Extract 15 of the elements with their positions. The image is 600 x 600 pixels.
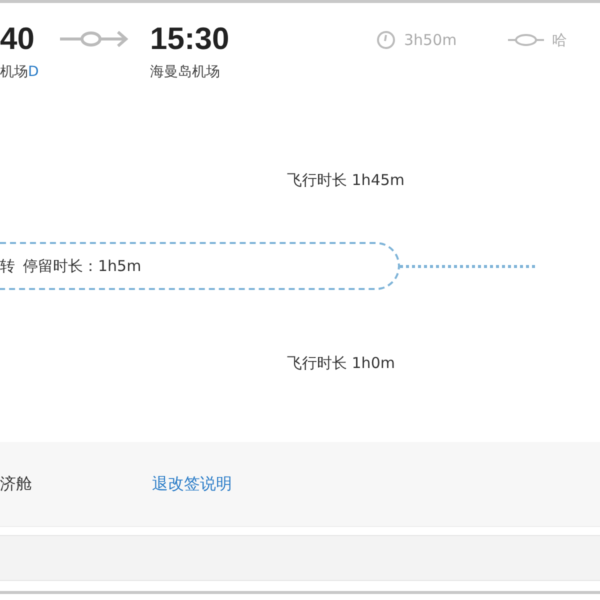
refund-rules-link[interactable]: 退改签说明 — [152, 474, 232, 494]
transfer-label: 转 — [0, 256, 15, 276]
total-duration: 3h50m — [404, 31, 458, 49]
stop-icon — [508, 33, 544, 47]
flight-duration: 飞行时长 1h0m — [287, 354, 395, 372]
route-arrow-icon — [58, 29, 130, 49]
flight-duration: 飞行时长 1h45m — [287, 171, 405, 189]
cabin-class: 济舱 — [0, 474, 33, 494]
arrival-time: 15:30 — [150, 21, 230, 57]
layover-duration: 停留时长：1h5m — [23, 256, 142, 276]
departure-airport: 机场D — [0, 63, 40, 81]
departure-time: 40 — [0, 21, 36, 57]
stop-city: 哈 — [552, 30, 567, 50]
arrival-airport: 海曼岛机场 — [150, 63, 221, 81]
clock-icon — [376, 30, 396, 50]
